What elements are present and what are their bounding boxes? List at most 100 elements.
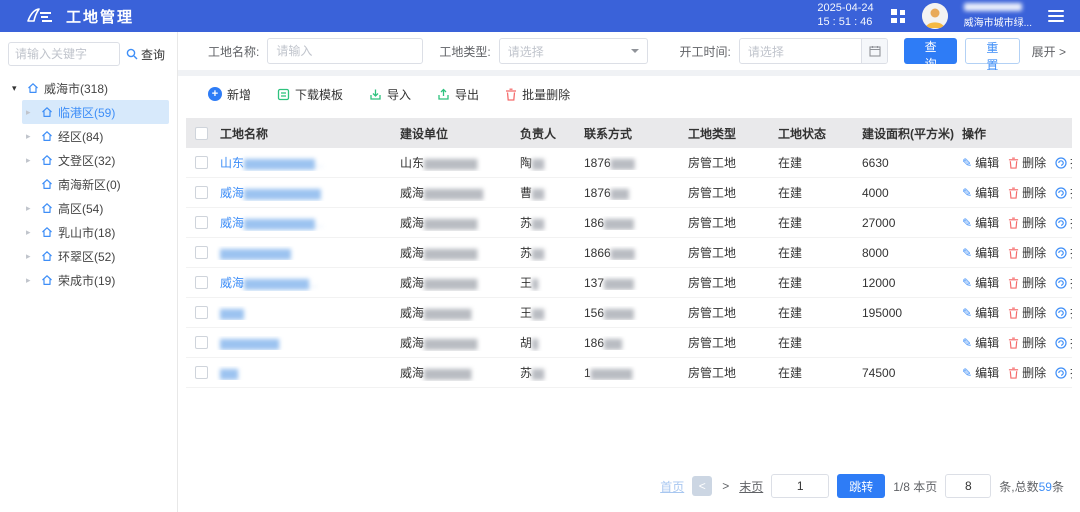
jump-button[interactable]: 跳转: [837, 474, 885, 498]
dust-button[interactable]: 扬尘: [1055, 214, 1072, 231]
edit-button[interactable]: ✎编辑: [962, 214, 999, 231]
row-checkbox[interactable]: [195, 246, 208, 259]
site-name-link[interactable]: ████████████: [220, 246, 291, 260]
tree-item[interactable]: ▸ 高区(54): [22, 196, 169, 220]
select-all-checkbox[interactable]: [195, 127, 208, 140]
site-name-link[interactable]: ████: [220, 306, 244, 320]
prev-page-button[interactable]: <: [692, 476, 712, 496]
delete-button[interactable]: 删除: [1008, 334, 1046, 351]
dust-label: 扬尘: [1070, 244, 1072, 261]
caret-right-icon[interactable]: ▸: [26, 107, 36, 118]
edit-label: 编辑: [975, 184, 999, 201]
page-size-input[interactable]: [945, 474, 991, 498]
tree-item[interactable]: ▸ 文登区(32): [22, 148, 169, 172]
caret-right-icon[interactable]: ▸: [26, 251, 36, 262]
delete-button[interactable]: 删除: [1008, 244, 1046, 261]
tree-item[interactable]: ▸ 荣成市(19): [22, 268, 169, 292]
redacted-text: ███: [611, 189, 629, 199]
apps-grid-icon[interactable]: [890, 8, 906, 24]
home-icon: [41, 130, 53, 142]
edit-icon: ✎: [962, 216, 972, 230]
caret-right-icon[interactable]: ▸: [26, 275, 36, 286]
row-checkbox[interactable]: [195, 336, 208, 349]
site-name-link[interactable]: 山东████████████…: [220, 156, 323, 170]
caret-right-icon[interactable]: ▸: [26, 203, 36, 214]
dust-button[interactable]: 扬尘: [1055, 244, 1072, 261]
edit-button[interactable]: ✎编辑: [962, 304, 999, 321]
type-cell: 房管工地: [684, 154, 774, 171]
tree-item[interactable]: ▸ 环翠区(52): [22, 244, 169, 268]
search-button[interactable]: 查询: [904, 38, 957, 64]
site-name-input[interactable]: [267, 38, 423, 64]
tree-item-label: 高区(54): [58, 200, 103, 217]
row-checkbox[interactable]: [195, 276, 208, 289]
redacted-text: ███████████…: [244, 279, 317, 289]
site-name-link[interactable]: ██████████: [220, 336, 279, 350]
reset-button[interactable]: 重置: [965, 38, 1020, 64]
redacted-text: █: [532, 279, 538, 289]
tree-item[interactable]: ▸ 南海新区(0): [22, 172, 169, 196]
download-template-button[interactable]: 下载模板: [277, 86, 343, 103]
tree-item[interactable]: ▸ 经区(84): [22, 124, 169, 148]
dust-button[interactable]: 扬尘: [1055, 304, 1072, 321]
home-icon: [41, 226, 53, 238]
tree-item[interactable]: ▸ 乳山市(18): [22, 220, 169, 244]
row-checkbox[interactable]: [195, 156, 208, 169]
site-type-select[interactable]: 请选择: [499, 38, 648, 64]
edit-button[interactable]: ✎编辑: [962, 364, 999, 381]
site-name-link[interactable]: 威海████████████…: [220, 216, 323, 230]
delete-button[interactable]: 删除: [1008, 154, 1046, 171]
site-name-link[interactable]: 威海███████████…: [220, 276, 317, 290]
caret-right-icon[interactable]: ▸: [26, 155, 36, 166]
edit-button[interactable]: ✎编辑: [962, 244, 999, 261]
sidebar-search-button[interactable]: 查询: [126, 46, 165, 63]
caret-right-icon[interactable]: ▸: [26, 131, 36, 142]
row-checkbox[interactable]: [195, 366, 208, 379]
batch-delete-button[interactable]: 批量删除: [505, 86, 570, 103]
site-name-link[interactable]: ███: [220, 366, 238, 380]
user-info[interactable]: 威海市城市绿...: [964, 3, 1032, 29]
row-checkbox[interactable]: [195, 216, 208, 229]
delete-button[interactable]: 删除: [1008, 184, 1046, 201]
col-builder: 建设单位: [396, 125, 516, 142]
tree-item[interactable]: ▸ 临港区(59): [22, 100, 169, 124]
menu-icon[interactable]: [1048, 10, 1064, 22]
keyword-input[interactable]: [8, 42, 120, 66]
delete-button[interactable]: 删除: [1008, 214, 1046, 231]
caret-down-icon[interactable]: ▾: [12, 83, 22, 94]
tree-item-label: 威海市(318): [44, 80, 108, 97]
last-page-link[interactable]: 末页: [739, 478, 763, 495]
dust-button[interactable]: 扬尘: [1055, 364, 1072, 381]
first-page-link[interactable]: 首页: [660, 478, 684, 495]
row-checkbox[interactable]: [195, 186, 208, 199]
dust-button[interactable]: 扬尘: [1055, 334, 1072, 351]
edit-button[interactable]: ✎编辑: [962, 184, 999, 201]
expand-link[interactable]: 展开 >: [1032, 43, 1066, 60]
avatar[interactable]: [922, 3, 948, 29]
dust-button[interactable]: 扬尘: [1055, 154, 1072, 171]
delete-button[interactable]: 删除: [1008, 364, 1046, 381]
edit-button[interactable]: ✎编辑: [962, 274, 999, 291]
delete-label: 删除: [1022, 364, 1046, 381]
delete-label: 删除: [1022, 244, 1046, 261]
delete-button[interactable]: 删除: [1008, 304, 1046, 321]
edit-button[interactable]: ✎编辑: [962, 154, 999, 171]
app-logo-icon: [26, 6, 54, 27]
start-time-picker[interactable]: 请选择: [739, 38, 888, 64]
dust-button[interactable]: 扬尘: [1055, 274, 1072, 291]
edit-button[interactable]: ✎编辑: [962, 334, 999, 351]
redacted-text: ████████████: [220, 249, 291, 259]
caret-right-icon[interactable]: ▸: [26, 227, 36, 238]
next-page-button[interactable]: >: [720, 479, 731, 493]
add-button[interactable]: + 新增: [208, 86, 251, 103]
export-button[interactable]: 导出: [437, 86, 479, 103]
site-name-link[interactable]: 威海█████████████: [220, 186, 320, 200]
import-button[interactable]: 导入: [369, 86, 411, 103]
page-jump-input[interactable]: [771, 474, 829, 498]
delete-button[interactable]: 删除: [1008, 274, 1046, 291]
row-checkbox[interactable]: [195, 306, 208, 319]
tree-item-label: 乳山市(18): [58, 224, 115, 241]
type-cell: 房管工地: [684, 184, 774, 201]
dust-button[interactable]: 扬尘: [1055, 184, 1072, 201]
tree-item-root[interactable]: ▾ 威海市(318): [8, 76, 169, 100]
